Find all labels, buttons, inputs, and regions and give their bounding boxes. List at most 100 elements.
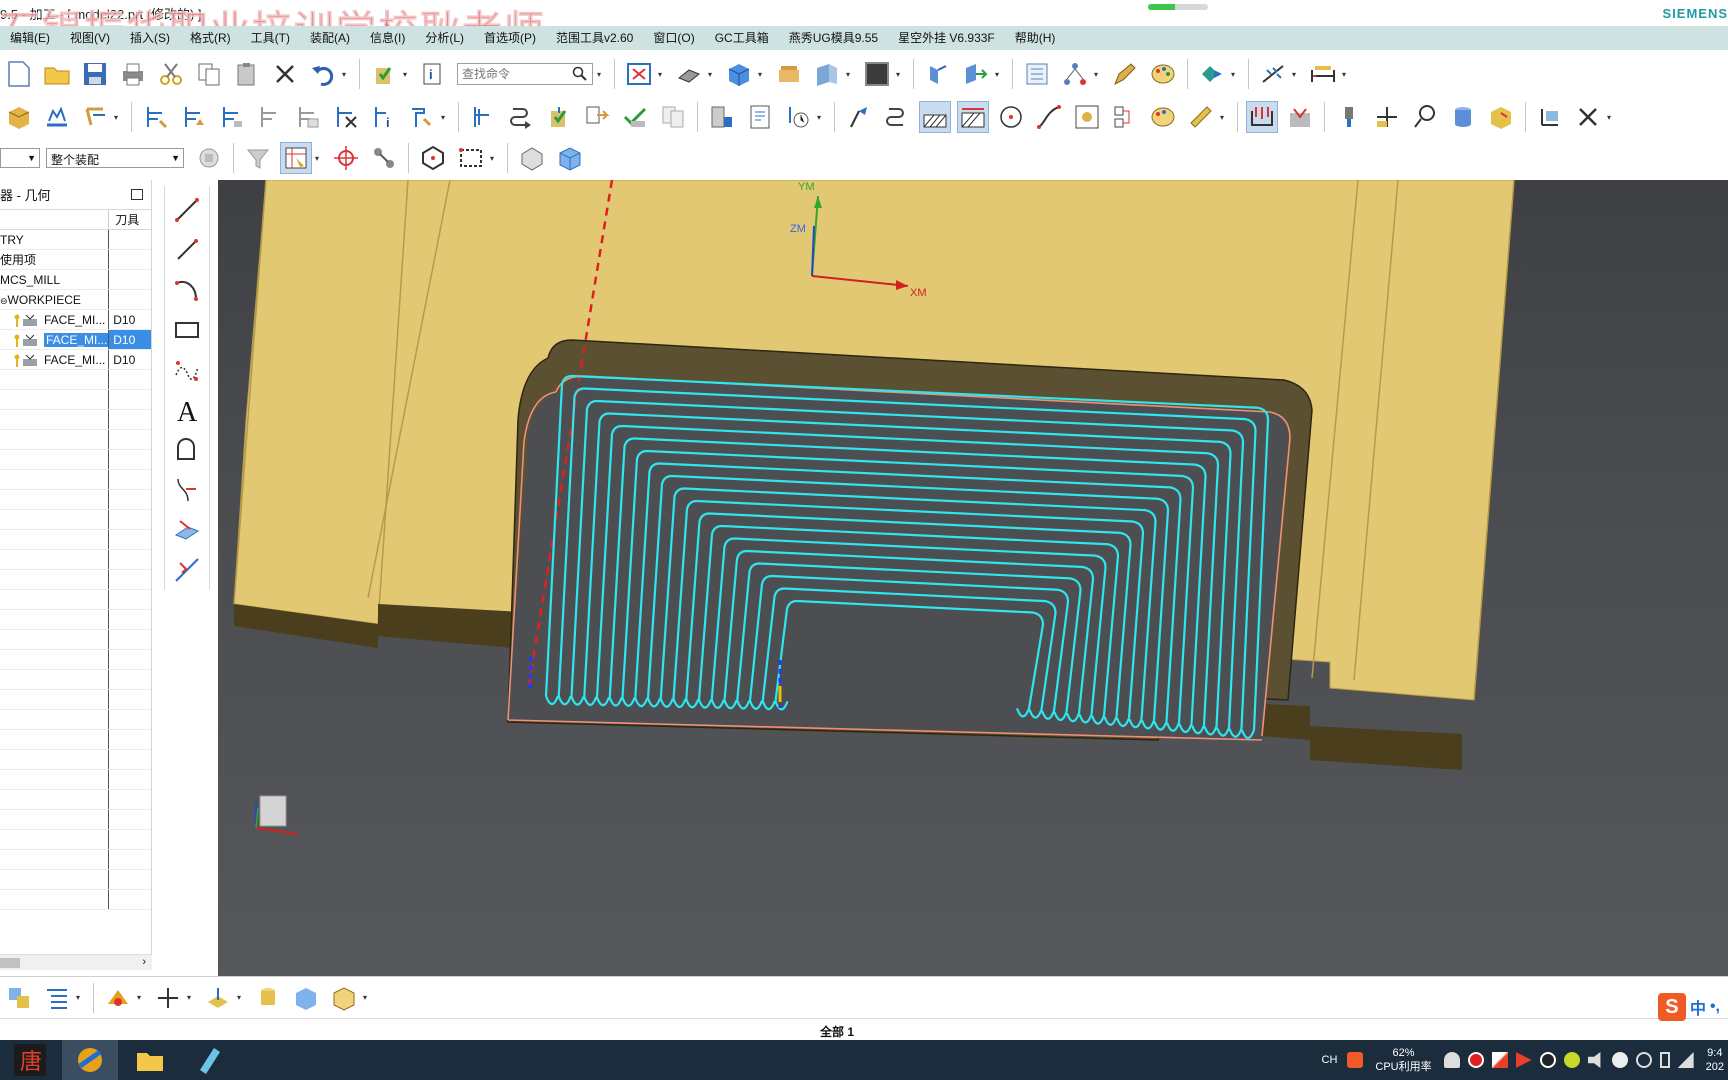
copy-path-icon[interactable] bbox=[254, 101, 286, 133]
snap-point-icon[interactable] bbox=[1257, 58, 1289, 90]
background-dropdown-icon[interactable]: ▾ bbox=[896, 70, 904, 79]
crosshair-icon[interactable] bbox=[330, 142, 362, 174]
add-point-icon[interactable] bbox=[1371, 101, 1403, 133]
move-dropdown-icon[interactable]: ▾ bbox=[995, 70, 1003, 79]
type-filter-select[interactable]: ▼ bbox=[0, 148, 40, 168]
mill-cavity-icon[interactable] bbox=[1284, 101, 1316, 133]
text-icon[interactable]: A bbox=[169, 392, 205, 428]
volume-icon[interactable] bbox=[1587, 1052, 1601, 1068]
check-ok-icon[interactable] bbox=[619, 101, 651, 133]
blue-cube-icon[interactable] bbox=[554, 142, 586, 174]
part-navigator-icon[interactable] bbox=[1021, 58, 1053, 90]
new-file-icon[interactable] bbox=[3, 58, 35, 90]
offset-curve-icon[interactable] bbox=[169, 432, 205, 468]
mcs-icon[interactable] bbox=[1534, 101, 1566, 133]
input-lang-indicator[interactable]: CH bbox=[1322, 1054, 1338, 1066]
menu-item[interactable]: 星空外挂 V6.933F bbox=[888, 26, 1005, 50]
network-icon[interactable] bbox=[1677, 1052, 1694, 1068]
shaded-view-icon[interactable] bbox=[673, 58, 705, 90]
qq-icon[interactable] bbox=[1539, 1052, 1556, 1068]
fit-view-icon[interactable] bbox=[623, 58, 655, 90]
search-icon[interactable] bbox=[572, 66, 588, 82]
list-path-icon[interactable] bbox=[216, 101, 248, 133]
close-dropdown-icon[interactable]: ▾ bbox=[1607, 113, 1615, 122]
nav-row-workpiece[interactable]: ⊖WORKPIECE bbox=[0, 290, 151, 310]
scroll-right-icon[interactable]: › bbox=[142, 956, 146, 968]
nav-row-operation[interactable]: FACE_MI... D10 bbox=[0, 350, 151, 370]
plane-dropdown-icon[interactable]: ▾ bbox=[237, 993, 245, 1002]
create-geometry-icon[interactable] bbox=[79, 101, 111, 133]
solid-view-icon[interactable] bbox=[516, 142, 548, 174]
time-icon[interactable] bbox=[782, 101, 814, 133]
bell-icon[interactable] bbox=[1443, 1052, 1460, 1068]
snap-filter-icon[interactable] bbox=[280, 142, 312, 174]
undo-icon[interactable] bbox=[307, 58, 339, 90]
horizontal-scrollbar[interactable]: › bbox=[0, 954, 152, 970]
menu-item[interactable]: 范围工具v2.60 bbox=[546, 26, 643, 50]
update-icon[interactable] bbox=[368, 58, 400, 90]
nav-row-unused[interactable]: 使用项 bbox=[0, 250, 151, 270]
operation-icon[interactable] bbox=[467, 101, 499, 133]
section-dropdown-icon[interactable]: ▾ bbox=[846, 70, 854, 79]
info-icon[interactable]: i bbox=[418, 58, 450, 90]
command-finder-input[interactable] bbox=[462, 67, 562, 81]
path-dropdown-icon[interactable]: ▾ bbox=[441, 113, 449, 122]
ime-indicator[interactable]: S 中 •, bbox=[1657, 993, 1720, 1021]
plus-icon[interactable] bbox=[152, 982, 184, 1014]
measure-dropdown-icon[interactable]: ▾ bbox=[1342, 70, 1350, 79]
command-finder-dropdown-icon[interactable]: ▾ bbox=[597, 70, 605, 79]
open-folder-icon[interactable] bbox=[41, 58, 73, 90]
snap-filter-dropdown-icon[interactable]: ▾ bbox=[315, 154, 323, 163]
cpu-meter[interactable]: 62% CPU利用率 bbox=[1375, 1046, 1431, 1074]
name-column-header[interactable] bbox=[0, 210, 110, 229]
view-layout-icon[interactable] bbox=[1071, 101, 1103, 133]
background-icon[interactable] bbox=[861, 58, 893, 90]
trim-icon[interactable] bbox=[169, 472, 205, 508]
scope-filter-select[interactable]: 整个装配 ▼ bbox=[46, 148, 184, 168]
block-dropdown-icon[interactable]: ▾ bbox=[363, 993, 371, 1002]
block-solid-icon[interactable] bbox=[290, 982, 322, 1014]
regenerate-icon[interactable] bbox=[178, 101, 210, 133]
rectangle-select-icon[interactable] bbox=[455, 142, 487, 174]
cylinder-icon[interactable] bbox=[1447, 101, 1479, 133]
paste-path-icon[interactable] bbox=[292, 101, 324, 133]
spline-icon[interactable] bbox=[169, 352, 205, 388]
curve-icon[interactable] bbox=[1033, 101, 1065, 133]
probe-icon[interactable] bbox=[1409, 101, 1441, 133]
menu-item[interactable]: 燕秀UG模具9.55 bbox=[779, 26, 888, 50]
tool-holder-icon[interactable] bbox=[1333, 101, 1365, 133]
battery-icon[interactable] bbox=[1659, 1052, 1670, 1068]
ime-punct-icon[interactable]: •, bbox=[1710, 998, 1720, 1016]
hatch-boundary-icon[interactable] bbox=[957, 101, 989, 133]
feeds-icon[interactable] bbox=[843, 101, 875, 133]
taskbar-app-explorer[interactable] bbox=[122, 1040, 178, 1080]
cube-view-icon[interactable] bbox=[723, 58, 755, 90]
nav-row-operation[interactable]: FACE_MI... D10 bbox=[0, 310, 151, 330]
replay-icon[interactable] bbox=[505, 101, 537, 133]
nav-row-geometry[interactable]: TRY bbox=[0, 230, 151, 250]
create-program-icon[interactable] bbox=[3, 101, 35, 133]
general-filter-icon[interactable] bbox=[242, 142, 274, 174]
report-icon[interactable] bbox=[744, 101, 776, 133]
create-dropdown-icon[interactable]: ▾ bbox=[114, 113, 122, 122]
tree-dropdown-icon[interactable]: ▾ bbox=[1094, 70, 1102, 79]
ruler-icon[interactable] bbox=[1185, 101, 1217, 133]
tool-color-icon[interactable] bbox=[102, 982, 134, 1014]
point-icon[interactable] bbox=[995, 101, 1027, 133]
time-dropdown-icon[interactable]: ▾ bbox=[817, 113, 825, 122]
pen-icon[interactable] bbox=[1491, 1052, 1508, 1068]
edit-object-icon[interactable] bbox=[1109, 58, 1141, 90]
menu-item[interactable]: GC工具箱 bbox=[705, 26, 779, 50]
record-icon[interactable] bbox=[1467, 1052, 1484, 1068]
snap-dropdown-icon[interactable]: ▾ bbox=[1292, 70, 1300, 79]
plus-dropdown-icon[interactable]: ▾ bbox=[187, 993, 195, 1002]
operation-tree-icon[interactable] bbox=[41, 982, 73, 1014]
ime-language[interactable]: 中 bbox=[1690, 995, 1706, 1019]
project-curve-icon[interactable] bbox=[169, 512, 205, 548]
taskbar-app-tang[interactable]: 唐 bbox=[2, 1040, 58, 1080]
block-icon[interactable] bbox=[1485, 101, 1517, 133]
tool-column-header[interactable]: 刀具 bbox=[109, 210, 151, 229]
view-triad[interactable] bbox=[255, 795, 299, 835]
taskbar-app-nx[interactable] bbox=[62, 1040, 118, 1080]
menu-item[interactable]: 窗口(O) bbox=[643, 26, 704, 50]
